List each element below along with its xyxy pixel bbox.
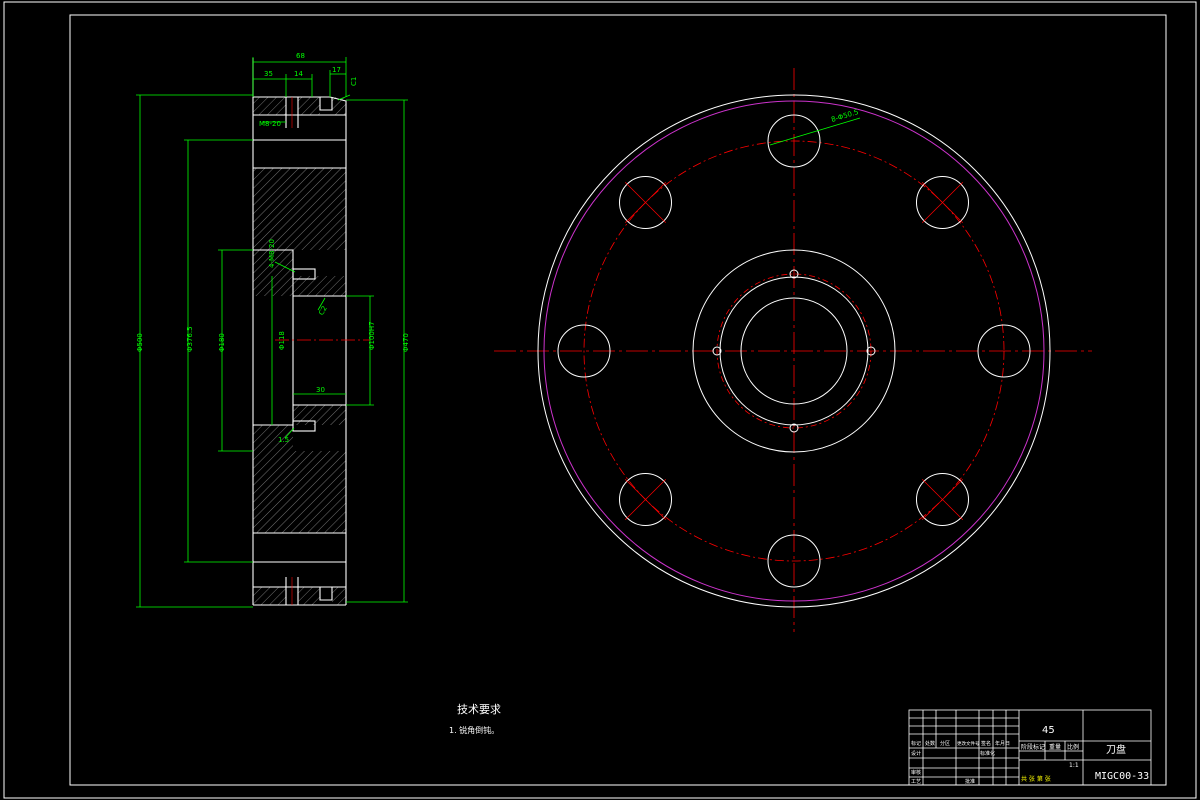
dim-hub-inner: Φ118 — [278, 331, 286, 350]
dim-outer-dia: Φ500 — [136, 333, 144, 352]
tb-std-label: 标准化 — [980, 750, 995, 757]
dim-hole-label: 8-Φ50.5 — [830, 108, 859, 124]
dim-hub-outer: Φ180 — [218, 333, 226, 352]
dim-thread-label: 4-M8-20 — [268, 239, 276, 268]
tb-approve-label: 批准 — [965, 778, 975, 785]
tb-row-label-5: 年月日 — [995, 740, 1010, 747]
tb-left-check: 审核 — [911, 769, 921, 776]
tb-row-label-4: 签名 — [981, 740, 991, 747]
tb-scale-value: 1:1 — [1069, 762, 1079, 769]
tb-row-label-2: 分区 — [940, 740, 950, 747]
tb-row-label-1: 处数 — [925, 740, 935, 747]
tb-part-name: 刀盘 — [1106, 743, 1126, 756]
dim-top-corner: C1 — [350, 77, 358, 86]
dim-bolt-circle: Φ376.5 — [186, 326, 194, 352]
dim-top-right: 17 — [332, 66, 341, 74]
tb-row-label-3: 更改文件号 — [957, 740, 980, 747]
tb-left-process: 工艺 — [911, 779, 921, 785]
dim-chamfer-b: 1.5 — [278, 436, 289, 444]
outer-frame — [3, 1, 1197, 799]
cad-drawing: 68 35 14 17 C1 M8-20 Φ500 Φ376.5 Φ180 Φ1… — [3, 1, 1197, 799]
section-hatching — [253, 97, 346, 605]
front-view: 8-Φ50.5 — [494, 68, 1092, 632]
inner-frame — [69, 14, 1167, 786]
tb-scale-label: 比例 — [1067, 743, 1079, 751]
dim-chamfer-a: C2 — [317, 305, 329, 317]
dim-top-left: 35 — [264, 70, 273, 78]
tech-req-heading: 技术要求 — [457, 703, 501, 716]
tb-weight-label: 重量 — [1049, 743, 1061, 751]
dim-depth-label: M8-20 — [259, 120, 281, 128]
section-view — [252, 58, 370, 606]
tb-sheet-text: 共 张 第 张 — [1021, 775, 1051, 783]
tech-req-item-1: 1. 锐角倒钝。 — [449, 725, 499, 735]
dim-bore: Φ100H7 — [368, 321, 376, 350]
dim-top-total: 68 — [296, 52, 305, 60]
tb-row-label-0: 标记 — [911, 740, 921, 747]
dim-hub-depth: 30 — [316, 386, 325, 394]
dim-outer-dia-right: Φ470 — [402, 333, 410, 352]
dim-top-mid: 14 — [294, 70, 303, 78]
tb-drawing-number: MIGC00-33 — [1095, 771, 1149, 782]
tb-material: 45 — [1042, 725, 1055, 736]
tb-left-design: 设计 — [911, 750, 921, 757]
tb-stage-label: 阶段标记 — [1021, 743, 1045, 751]
